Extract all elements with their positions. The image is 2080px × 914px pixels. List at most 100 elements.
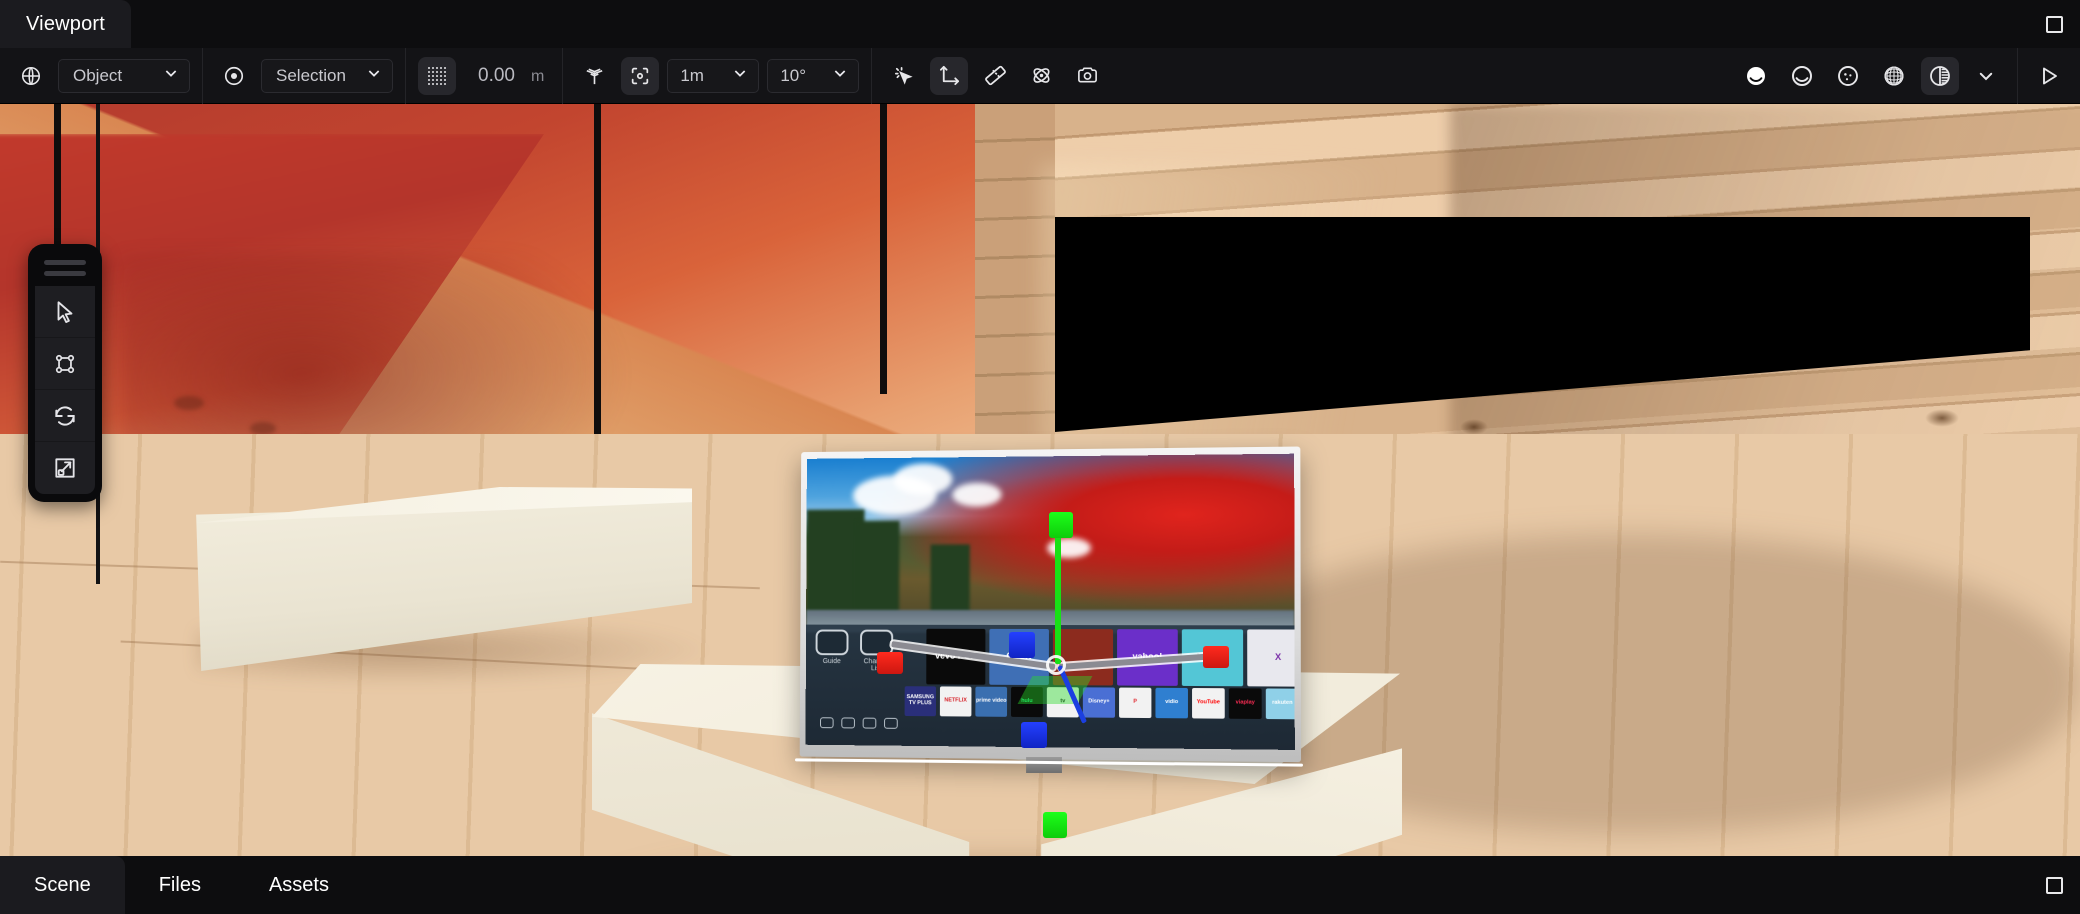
photo-cloud	[1047, 537, 1092, 559]
gizmo-handle-z-negative[interactable]	[1009, 632, 1035, 658]
tv-app-tile[interactable]: viaplay	[1228, 687, 1262, 719]
tv-apps-row: SAMSUNG TV PLUS NETFLIX prime video hulu tv D…	[904, 685, 1295, 720]
globe-icon[interactable]	[12, 57, 50, 95]
chevron-down-icon	[732, 65, 748, 86]
tv-app-tile[interactable]: NETFLIX	[939, 686, 972, 717]
atom-physics-icon[interactable]	[1022, 57, 1060, 95]
tv-app-tile-label: prime video	[975, 697, 1007, 704]
resize-panel-button[interactable]	[2028, 861, 2080, 909]
tv-app-tile-label: vidio	[1165, 698, 1179, 706]
ruler-icon[interactable]	[976, 57, 1014, 95]
tab-assets[interactable]: Assets	[235, 856, 363, 914]
gizmo-handle-z-positive[interactable]	[1021, 722, 1047, 748]
camera-icon[interactable]	[1068, 57, 1106, 95]
shading-solid-icon[interactable]	[1737, 57, 1775, 95]
rotate-step-select[interactable]: 10°	[767, 58, 860, 93]
viewport-tab[interactable]: Viewport	[0, 0, 132, 48]
tab-assets-label: Assets	[268, 873, 329, 896]
tv-source-icon[interactable]	[841, 717, 855, 729]
tv-nav-guide-label: Guide	[822, 657, 841, 665]
gizmo-axis-y[interactable]	[1055, 522, 1061, 664]
grid-dots-icon[interactable]	[418, 56, 456, 95]
tv-home-icon[interactable]	[883, 717, 898, 729]
coordinate-space-select[interactable]: Object	[58, 58, 190, 93]
app-root: Viewport Object Selection 0.00 m 1m 10° …	[0, 0, 2080, 914]
tv-stand	[1025, 756, 1062, 774]
scene-television-object[interactable]: Guide Channel List vevo POPCBSNyahoo!LIV…	[795, 446, 1302, 774]
tv-app-tile-label: NETFLIX	[944, 697, 967, 704]
chevron-down-icon	[832, 65, 848, 86]
axes-transform-icon[interactable]	[930, 56, 969, 95]
grid-group: 0.00 m	[406, 48, 562, 104]
magnet-snap-icon[interactable]	[575, 57, 613, 95]
gizmo-handle-x-positive[interactable]	[1203, 646, 1229, 668]
shading-contrast-icon[interactable]	[1921, 56, 1959, 95]
shading-wireframe-icon[interactable]	[1783, 57, 1821, 95]
transform-gizmo[interactable]	[877, 512, 1229, 838]
tv-app-tile[interactable]: Disney+	[1082, 687, 1116, 718]
photo-conifer	[856, 520, 900, 620]
maximize-button[interactable]	[2028, 0, 2080, 48]
grid-unit: m	[530, 67, 545, 85]
tv-menu-icon[interactable]	[819, 717, 834, 729]
tv-featured-tile[interactable]: X	[1247, 629, 1295, 687]
tab-files[interactable]: Files	[125, 856, 235, 914]
pivot-group: Selection	[203, 48, 405, 104]
gizmo-handle-y[interactable]	[1049, 512, 1073, 538]
viewport-3d-scene[interactable]: Guide Channel List vevo POPCBSNyahoo!LIV…	[0, 104, 2080, 856]
coordinate-space-value: Object	[73, 65, 123, 85]
viewport-tab-label: Viewport	[26, 12, 106, 35]
gizmo-handle-x-negative[interactable]	[877, 652, 903, 674]
tv-featured-tile-label: X	[1274, 652, 1282, 663]
tab-scene[interactable]: Scene	[0, 856, 125, 914]
tool-scale[interactable]	[35, 442, 95, 494]
floating-tool-palette	[28, 244, 102, 502]
move-step-select[interactable]: 1m	[667, 58, 760, 93]
drag-handle-icon[interactable]	[44, 260, 86, 276]
tv-app-tile-label: Disney+	[1088, 698, 1110, 705]
title-bar: Viewport	[0, 0, 2080, 48]
tool-select[interactable]	[35, 286, 95, 338]
photo-cloud	[893, 463, 953, 496]
snapping-group: 1m 10°	[563, 48, 871, 104]
bottom-bar: Scene Files Assets	[0, 856, 2080, 914]
tool-move[interactable]	[35, 338, 95, 390]
pivot-select[interactable]: Selection	[261, 58, 393, 93]
shading-material-icon[interactable]	[1829, 57, 1867, 95]
tab-files-label: Files	[158, 873, 201, 896]
tv-app-tile[interactable]: rakuten	[1265, 688, 1295, 720]
focus-target-icon[interactable]	[621, 56, 660, 95]
square-maximize-icon	[2045, 15, 2063, 33]
tv-nav-guide[interactable]: Guide	[815, 629, 849, 672]
move-step-value: 1m	[680, 65, 704, 85]
tv-settings-icon[interactable]	[862, 717, 877, 729]
tv-app-tile-label: YouTube	[1196, 699, 1220, 706]
chevron-down-icon[interactable]	[1967, 57, 2005, 95]
pivot-center-icon[interactable]	[215, 57, 253, 95]
tv-screen: Guide Channel List vevo POPCBSNyahoo!LIV…	[805, 453, 1295, 750]
play-icon[interactable]	[2030, 57, 2068, 95]
window-mullion	[594, 104, 601, 464]
shading-globe-icon[interactable]	[1875, 57, 1913, 95]
tv-app-tile-label: viaplay	[1235, 699, 1255, 706]
shading-group	[1725, 48, 2017, 104]
cursor-click-icon[interactable]	[884, 57, 922, 95]
tab-scene-label: Scene	[34, 873, 91, 896]
tv-app-tile[interactable]: P	[1119, 687, 1152, 718]
gizmo-center-pivot[interactable]	[1046, 655, 1066, 675]
tv-background-photo	[806, 453, 1295, 632]
tv-app-tile[interactable]: prime video	[975, 686, 1008, 717]
tool-rotate[interactable]	[35, 390, 95, 442]
tv-app-tile[interactable]: SAMSUNG TV PLUS	[904, 685, 937, 717]
grid-value: 0.00	[478, 64, 515, 86]
tv-app-tile[interactable]: YouTube	[1192, 687, 1225, 719]
grid-value-field[interactable]: 0.00 m	[464, 65, 550, 87]
scene-bench-object[interactable]	[186, 487, 714, 687]
gizmo-handle-y-secondary[interactable]	[1043, 812, 1067, 838]
tv-app-tile-label: rakuten	[1272, 699, 1293, 706]
dune-detail	[174, 396, 204, 410]
main-toolbar: Object Selection 0.00 m 1m 10°	[0, 47, 2080, 104]
tv-app-tile[interactable]: vidio	[1155, 687, 1188, 719]
chevron-down-icon	[163, 65, 179, 86]
mode-tools-group	[872, 48, 1118, 104]
